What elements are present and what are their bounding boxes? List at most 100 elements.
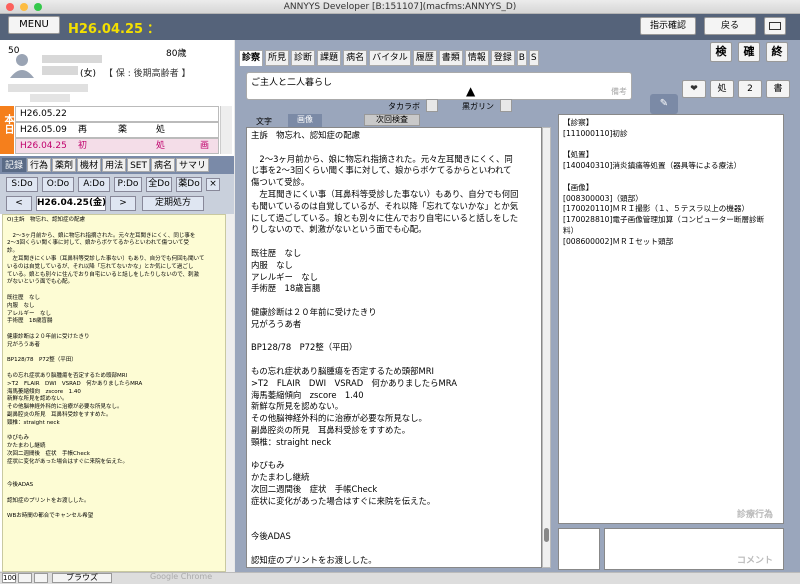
window-title: ANNYYS Developer [B:151107](macfms:ANNYY… <box>283 2 517 12</box>
two-button[interactable]: 2 <box>738 80 762 98</box>
left-record-text: O)主訴 物忘れ、認知症の配慮 2〜3ヶ月前から、娘に物忘れ指摘された。元々左耳… <box>7 217 205 520</box>
drug-do-button[interactable]: 薬Do <box>176 177 202 192</box>
visit-row-selected[interactable]: H26.04.25 初 処 画 <box>15 138 219 154</box>
next-exam-button[interactable]: 次回検査 <box>364 114 420 126</box>
tab-material[interactable]: 機材 <box>77 158 102 172</box>
minimize-window-icon[interactable] <box>20 3 28 11</box>
tab-set[interactable]: SET <box>127 158 150 172</box>
orders-text: 【診察】 [111000110]初診 【処置】 [140040310]消炎鎮痛等… <box>563 118 765 246</box>
patient-address-redacted <box>8 84 88 92</box>
check-button[interactable]: 検 <box>710 42 732 62</box>
zoom-up-button[interactable] <box>34 573 48 583</box>
visit-type: 初 <box>78 141 88 151</box>
visit-mark: 画 <box>200 141 210 151</box>
tab-info[interactable]: 情報 <box>464 50 489 66</box>
tab-register[interactable]: 登録 <box>490 50 515 66</box>
summary-text: ご主人と二人暮らし <box>251 78 333 88</box>
current-date-text: H26.04.25 <box>68 22 144 37</box>
pen-icon[interactable]: ✎ <box>650 94 678 114</box>
visit-scrollbar[interactable] <box>220 106 232 154</box>
tab-disease-names[interactable]: 病名 <box>343 50 368 66</box>
zoom-down-button[interactable] <box>18 573 32 583</box>
finish-button[interactable]: 終 <box>766 42 788 62</box>
today-marker: 本日 <box>0 106 14 154</box>
patient-name-redacted <box>42 55 102 63</box>
s-do-button[interactable]: S:Do <box>6 177 38 192</box>
tab-action[interactable]: 行為 <box>27 158 52 172</box>
b-button[interactable]: B <box>516 50 527 66</box>
takaravo-label: タカラボ <box>388 102 420 111</box>
tab-image[interactable]: 画像 <box>288 114 322 127</box>
prev-date-button[interactable]: < <box>6 196 32 211</box>
zoom-window-icon[interactable] <box>34 3 42 11</box>
main-tabs: 診察 所見 診断 課題 病名 バイタル 履歴 書類 情報 登録 B S <box>239 50 539 66</box>
prescription-button[interactable]: 処 <box>710 80 734 98</box>
zoom-level[interactable]: 100 <box>2 573 16 583</box>
left-note-scrollbar[interactable] <box>226 214 234 572</box>
visit-row[interactable]: H26.05.22 <box>15 106 219 122</box>
window-layout-icon[interactable] <box>764 17 786 35</box>
visit-mark: 処 <box>156 125 166 135</box>
today-label: 本日 <box>2 114 13 134</box>
patient-gender: (女) <box>80 69 97 79</box>
small-comment-box[interactable] <box>558 528 600 570</box>
insurance-label: 【 保 : 後期高齢者 】 <box>104 69 191 79</box>
tab-summary[interactable]: サマリ <box>176 158 210 172</box>
mouse-cursor-icon: ▲ <box>466 84 476 98</box>
browse-mode[interactable]: ブラウズ <box>52 573 112 583</box>
tab-text[interactable]: 文字 <box>256 116 272 127</box>
p-do-button[interactable]: P:Do <box>114 177 142 192</box>
tab-examination[interactable]: 診察 <box>239 50 264 66</box>
window-titlebar: ANNYYS Developer [B:151107](macfms:ANNYY… <box>0 0 800 14</box>
o-do-button[interactable]: O:Do <box>42 177 74 192</box>
tab-drug[interactable]: 薬剤 <box>52 158 77 172</box>
orders-panel[interactable]: 【診察】 [111000110]初診 【処置】 [140040310]消炎鎮痛等… <box>558 114 784 524</box>
chrome-label: Google Chrome <box>150 572 213 581</box>
all-do-button[interactable]: 全Do <box>146 177 172 192</box>
visit-row[interactable]: H26.05.09 再 薬 処 <box>15 122 219 138</box>
left-record-note[interactable]: O)主訴 物忘れ、認知症の配慮 2〜3ヶ月前から、娘に物忘れ指摘された。元々左耳… <box>2 214 226 572</box>
visit-date: H26.04.25 <box>20 141 67 151</box>
comment-label: コメント <box>736 556 773 566</box>
patient-kana-redacted <box>42 66 78 75</box>
current-date: H26.04.25： <box>68 18 160 37</box>
kuro-checkbox[interactable] <box>500 99 512 112</box>
visit-type: 再 <box>78 125 88 135</box>
tab-history[interactable]: 履歴 <box>412 50 437 66</box>
main-note-text: 主訴 物忘れ、認知症の配慮 2〜3ヶ月前から、娘に物忘れ指摘された。元々左耳聞き… <box>251 130 519 565</box>
menu-button[interactable]: MENU <box>8 16 60 34</box>
selected-date[interactable]: H26.04.25(金) <box>36 196 106 211</box>
close-icon[interactable]: × <box>206 178 220 191</box>
s-button[interactable]: S <box>528 50 539 66</box>
back-button[interactable]: 戻る <box>704 17 756 35</box>
tab-documents[interactable]: 書類 <box>438 50 463 66</box>
main-note-editor[interactable]: 主訴 物忘れ、認知症の配慮 2〜3ヶ月前から、娘に物忘れ指摘された。元々左耳聞き… <box>246 127 542 568</box>
orders-label: 診療行為 <box>736 510 773 520</box>
tab-diagnosis[interactable]: 診断 <box>291 50 316 66</box>
visit-date: H26.05.09 <box>20 125 67 135</box>
main-note-scrollbar[interactable] <box>542 127 551 568</box>
summary-box[interactable]: ご主人と二人暮らし 備考 <box>246 72 632 100</box>
comment-box[interactable]: コメント <box>604 528 784 570</box>
a-do-button[interactable]: A:Do <box>78 177 110 192</box>
tab-issues[interactable]: 課題 <box>317 50 342 66</box>
date-colon: ： <box>147 22 161 37</box>
takaravo-checkbox[interactable] <box>426 99 438 112</box>
patient-age: 80歳 <box>166 49 187 59</box>
kuro-label: 黒ガリン <box>462 102 494 111</box>
close-window-icon[interactable] <box>6 3 14 11</box>
summary-placeholder: 備考 <box>611 87 627 96</box>
tab-vitals[interactable]: バイタル <box>369 50 411 66</box>
next-date-button[interactable]: > <box>110 196 136 211</box>
confirm-button[interactable]: 確 <box>738 42 760 62</box>
instruction-confirm-button[interactable]: 指示確認 <box>640 17 696 35</box>
person-icon <box>8 52 36 78</box>
tab-usage[interactable]: 用法 <box>102 158 127 172</box>
tab-disease[interactable]: 病名 <box>150 158 175 172</box>
document-button[interactable]: 書 <box>766 80 790 98</box>
tab-findings[interactable]: 所見 <box>265 50 290 66</box>
favorite-heart-icon[interactable]: ❤ <box>682 80 706 98</box>
periodic-prescription-button[interactable]: 定期処方 <box>142 196 204 211</box>
left-tabs: 記録 行為 薬剤 機材 用法 SET 病名 サマリ <box>2 158 210 172</box>
tab-record[interactable]: 記録 <box>2 158 27 172</box>
